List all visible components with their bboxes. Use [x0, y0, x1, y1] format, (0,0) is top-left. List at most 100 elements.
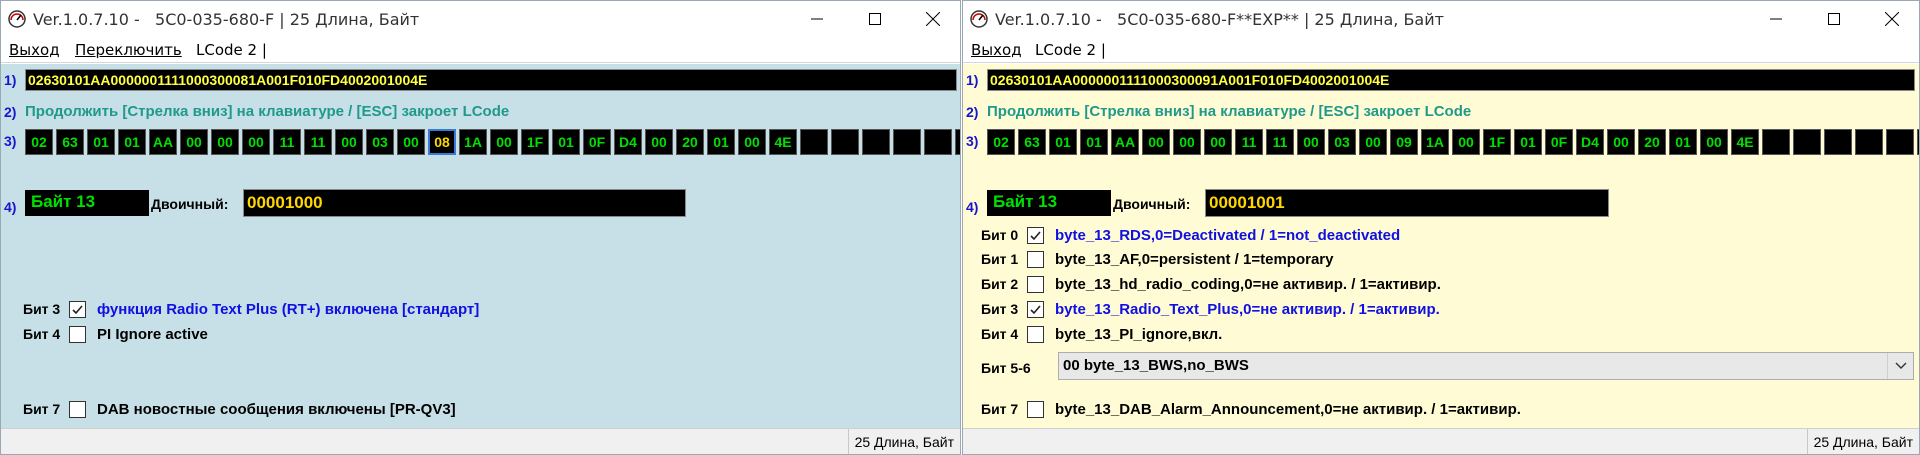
menu-exit[interactable]: Выход	[9, 41, 60, 59]
byte-cell[interactable]: 00	[1452, 129, 1480, 155]
byte-cell[interactable]: 11	[1235, 129, 1263, 155]
byte-cell[interactable]: 1A	[459, 129, 487, 155]
menu-lcode[interactable]: LCode 2 |	[196, 41, 267, 59]
byte-cell[interactable]: 01	[118, 129, 146, 155]
coding-string-field[interactable]: 02630101AA0000001111000300091A001F010FD4…	[987, 69, 1915, 91]
byte-cell[interactable]: 01	[87, 129, 115, 155]
byte-cell[interactable]	[924, 129, 952, 155]
byte-cell[interactable]: 09	[1390, 129, 1418, 155]
byte-cells: 02 63 01 01 AA 00 00 00 11 11 00 03 00 09 1A 00 1F 01 0F D4…	[987, 129, 1919, 155]
status-bar: 25 Длина, Байт	[963, 428, 1919, 454]
bit56-select[interactable]: 00 byte_13_BWS,no_BWS	[1058, 352, 1914, 380]
byte-cell[interactable]: 00	[645, 129, 673, 155]
byte-cell[interactable]: 00	[335, 129, 363, 155]
byte-cell[interactable]: 03	[1328, 129, 1356, 155]
byte-cell[interactable]: 01	[1080, 129, 1108, 155]
byte-cell[interactable]: 03	[366, 129, 394, 155]
byte-cell[interactable]	[1793, 129, 1821, 155]
coding-string-field[interactable]: 02630101AA0000001111000300081A001F010FD4…	[25, 69, 957, 91]
byte-cell[interactable]: AA	[1111, 129, 1139, 155]
byte-cell[interactable]: 02	[25, 129, 53, 155]
byte-cell[interactable]: 01	[1049, 129, 1077, 155]
byte-cell[interactable]: 01	[552, 129, 580, 155]
byte-cell[interactable]: 00	[738, 129, 766, 155]
bit-checkbox[interactable]	[1027, 401, 1044, 418]
minimize-button[interactable]	[1747, 1, 1805, 37]
minimize-button[interactable]	[788, 1, 846, 37]
row-number: 3)	[4, 133, 17, 149]
bit-checkbox[interactable]	[69, 326, 86, 343]
bit-checkbox[interactable]	[1027, 276, 1044, 293]
bit-label: Бит 0	[981, 227, 1019, 243]
byte-cell[interactable]: 00	[397, 129, 425, 155]
byte-cell[interactable]: 11	[273, 129, 301, 155]
byte-cell[interactable]: 63	[1018, 129, 1046, 155]
close-button[interactable]	[904, 1, 960, 37]
byte-cell[interactable]	[800, 129, 828, 155]
byte-cell[interactable]: 01	[1669, 129, 1697, 155]
byte-cell[interactable]	[1886, 129, 1914, 155]
byte-cell[interactable]	[862, 129, 890, 155]
bit-label: Бит 3	[981, 301, 1019, 317]
bit-checkbox[interactable]	[1027, 251, 1044, 268]
byte-cell[interactable]: 00	[1700, 129, 1728, 155]
byte-cells: 02 63 01 01 AA 00 00 00 11 11 00 03 00 08 1A 00 1F 01 0F D4…	[25, 129, 960, 155]
byte-cell[interactable]: 20	[1638, 129, 1666, 155]
byte-cell[interactable]	[831, 129, 859, 155]
byte-cell[interactable]	[1855, 129, 1883, 155]
byte-cell[interactable]: 02	[987, 129, 1015, 155]
row-number: 1)	[4, 72, 17, 88]
byte-cell[interactable]: AA	[149, 129, 177, 155]
byte-cell[interactable]: 01	[1514, 129, 1542, 155]
byte-cell[interactable]: 00	[1607, 129, 1635, 155]
byte-cell[interactable]: 00	[1359, 129, 1387, 155]
binary-value-field[interactable]: 00001000	[243, 189, 686, 217]
byte-cell[interactable]: D4	[1576, 129, 1604, 155]
menu-exit[interactable]: Выход	[971, 41, 1022, 59]
maximize-button[interactable]	[1805, 1, 1863, 37]
byte-cell[interactable]: 00	[242, 129, 270, 155]
byte-cell[interactable]: 20	[676, 129, 704, 155]
bit-checkbox[interactable]	[1027, 301, 1044, 318]
menu-lcode[interactable]: LCode 2 |	[1035, 41, 1106, 59]
byte-cell[interactable]: 1F	[521, 129, 549, 155]
title-bar[interactable]: Ver.1.0.7.10 - 5C0-035-680-F**EXP** | 25…	[963, 1, 1919, 37]
close-icon	[926, 12, 940, 26]
byte-cell[interactable]: 00	[1204, 129, 1232, 155]
menu-lcode-label: LCode 2 |	[196, 41, 267, 59]
byte-cell[interactable]: 00	[490, 129, 518, 155]
menu-switch[interactable]: Переключить	[75, 41, 182, 59]
byte-cell[interactable]: 4E	[769, 129, 797, 155]
byte-cell[interactable]: 11	[1266, 129, 1294, 155]
byte-cell[interactable]	[955, 129, 960, 155]
maximize-button[interactable]	[846, 1, 904, 37]
byte-cell[interactable]: 1A	[1421, 129, 1449, 155]
bit-checkbox[interactable]	[1027, 227, 1044, 244]
byte-cell[interactable]	[893, 129, 921, 155]
bit-checkbox[interactable]	[69, 401, 86, 418]
byte-cell[interactable]: 63	[56, 129, 84, 155]
byte-cell[interactable]: 4E	[1731, 129, 1759, 155]
byte-cell[interactable]: 0F	[1545, 129, 1573, 155]
byte-cell[interactable]: 08	[428, 129, 456, 155]
byte-cell[interactable]: 0F	[583, 129, 611, 155]
chevron-down-icon[interactable]	[1887, 353, 1913, 379]
byte-cell[interactable]: 1F	[1483, 129, 1511, 155]
byte-cell[interactable]	[1762, 129, 1790, 155]
status-length: 25 Длина, Байт	[1806, 429, 1919, 454]
byte-cell[interactable]: 00	[1297, 129, 1325, 155]
binary-value-field[interactable]: 00001001	[1205, 189, 1609, 217]
binary-caption: Двоичный:	[1113, 196, 1191, 212]
title-bar[interactable]: Ver.1.0.7.10 - 5C0-035-680-F | 25 Длина,…	[1, 1, 960, 37]
byte-cell[interactable]: 01	[707, 129, 735, 155]
byte-cell[interactable]: 00	[1142, 129, 1170, 155]
byte-cell[interactable]: D4	[614, 129, 642, 155]
close-button[interactable]	[1863, 1, 1919, 37]
byte-cell[interactable]	[1824, 129, 1852, 155]
byte-cell[interactable]: 00	[180, 129, 208, 155]
bit-checkbox[interactable]	[69, 301, 86, 318]
byte-cell[interactable]: 11	[304, 129, 332, 155]
byte-cell[interactable]: 00	[1173, 129, 1201, 155]
bit-checkbox[interactable]	[1027, 326, 1044, 343]
byte-cell[interactable]: 00	[211, 129, 239, 155]
